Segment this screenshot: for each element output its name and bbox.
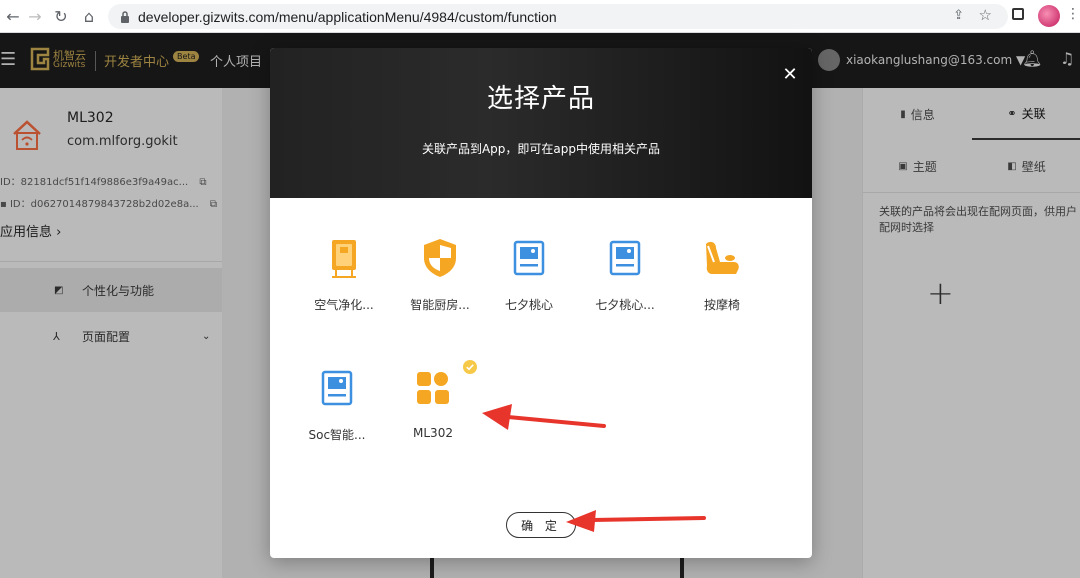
product-label: 智能厨房... — [410, 298, 470, 312]
shield-icon — [424, 239, 456, 277]
product-label: 按摩椅 — [703, 298, 740, 312]
browser-toolbar: ← → ↻ ⌂ developer.gizwits.com/menu/appli… — [0, 0, 1080, 33]
address-bar[interactable]: developer.gizwits.com/menu/applicationMe… — [108, 4, 1008, 29]
lock-icon — [121, 10, 129, 23]
device-box-icon — [513, 240, 545, 276]
device-box-icon — [609, 240, 641, 276]
profile-avatar-icon[interactable] — [1038, 5, 1060, 27]
product-soc-smart[interactable]: Soc智能... — [289, 366, 385, 466]
device-box-icon — [321, 370, 353, 406]
star-icon[interactable]: ☆ — [979, 6, 992, 24]
massage-chair-icon — [706, 241, 739, 274]
more-menu-icon[interactable]: ⋮ — [1066, 6, 1080, 22]
product-air-purifier[interactable]: 空气净化... — [296, 236, 392, 336]
check-circle-icon — [463, 360, 477, 374]
product-qixi-heart-2[interactable]: 七夕桃心... — [577, 236, 673, 336]
product-qixi-heart[interactable]: 七夕桃心 — [481, 236, 577, 336]
grid-apps-icon — [417, 372, 449, 404]
air-purifier-icon — [332, 240, 356, 278]
url-text: developer.gizwits.com/menu/applicationMe… — [138, 8, 557, 25]
modal-title: 选择产品 — [486, 84, 595, 114]
extension-icon[interactable] — [1012, 8, 1024, 20]
close-icon[interactable]: ✕ — [778, 62, 802, 86]
arrow-annotation-icon — [482, 404, 606, 430]
product-label: 七夕桃心 — [504, 298, 553, 312]
modal-subtitle: 关联产品到App，即可在app中使用相关产品 — [421, 142, 661, 156]
product-ml302[interactable]: ML302 — [385, 360, 481, 466]
product-label: 七夕桃心... — [595, 298, 655, 312]
arrow-annotation-icon — [566, 510, 706, 532]
modal-header: 选择产品 关联产品到App，即可在app中使用相关产品 ✕ — [270, 48, 812, 198]
forward-icon[interactable]: → — [22, 3, 48, 29]
reload-icon[interactable]: ↻ — [48, 3, 74, 29]
product-label: Soc智能... — [308, 428, 366, 442]
product-smart-kitchen[interactable]: 智能厨房... — [392, 236, 488, 336]
product-massage-chair[interactable]: 按摩椅 — [674, 236, 770, 336]
product-label: ML302 — [413, 426, 453, 440]
select-product-modal: 选择产品 关联产品到App，即可在app中使用相关产品 ✕ 空气净化... 智能… — [270, 48, 812, 558]
share-icon[interactable]: ⇪ — [953, 8, 964, 23]
home-icon[interactable]: ⌂ — [76, 3, 102, 29]
product-label: 空气净化... — [314, 298, 374, 312]
